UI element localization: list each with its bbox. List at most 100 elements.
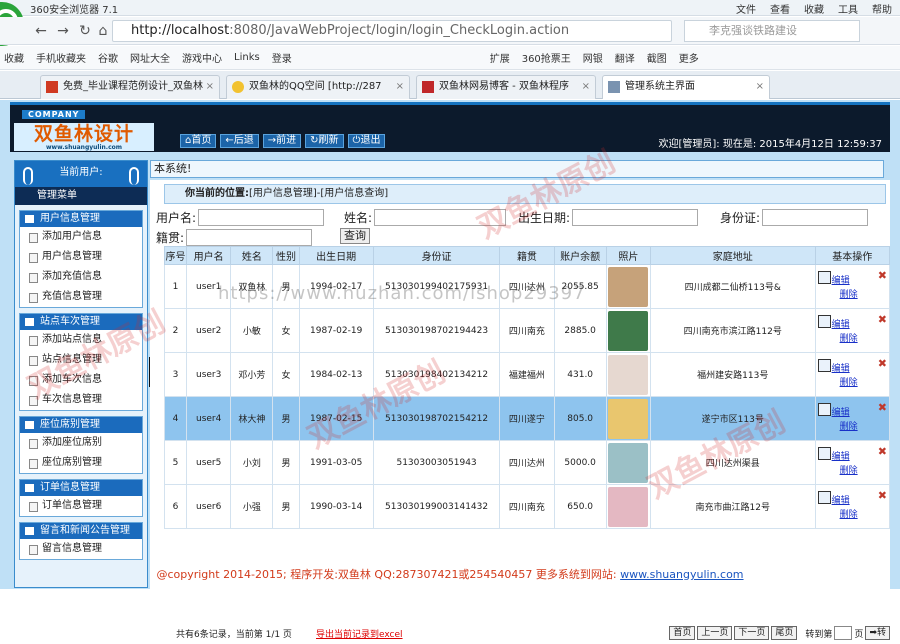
forward-arrow-icon[interactable]: → — [54, 22, 72, 40]
delete-link[interactable]: 删除 — [840, 463, 858, 476]
menu-group-title[interactable]: 站点车次管理 — [20, 314, 142, 330]
forward-button[interactable]: →前进 — [262, 134, 302, 148]
menu-item[interactable]: 留言信息管理 — [20, 539, 142, 559]
edit-link[interactable]: 编辑 — [832, 493, 850, 506]
user-photo[interactable] — [608, 442, 649, 483]
menu-file[interactable]: 文件 — [736, 1, 756, 16]
go-button[interactable]: ➡转 — [865, 626, 890, 640]
close-icon[interactable]: × — [396, 76, 404, 98]
close-icon[interactable]: × — [582, 76, 590, 98]
id-input[interactable] — [762, 209, 869, 226]
delete-icon[interactable]: ✖ — [878, 357, 887, 370]
fav-item[interactable]: 扩展 — [490, 50, 510, 65]
menu-group-title[interactable]: 留言和新闻公告管理 — [20, 523, 142, 539]
menu-item[interactable]: 车次信息管理 — [20, 390, 142, 410]
edit-link[interactable]: 编辑 — [832, 361, 850, 374]
delete-icon[interactable]: ✖ — [878, 401, 887, 414]
export-excel-link[interactable]: 导出当前记录到excel — [316, 627, 403, 640]
prev-page-button[interactable]: 上一页 — [697, 626, 733, 640]
menu-tools[interactable]: 工具 — [838, 1, 858, 16]
back-button[interactable]: ←后退 — [220, 134, 259, 148]
fav-item[interactable]: 手机收藏夹 — [36, 50, 86, 65]
delete-icon[interactable]: ✖ — [878, 269, 887, 282]
menu-item[interactable]: 添加车次信息 — [20, 370, 142, 390]
edit-link[interactable]: 编辑 — [832, 405, 850, 418]
delete-link[interactable]: 删除 — [840, 331, 858, 344]
menu-view[interactable]: 查看 — [770, 1, 790, 16]
edit-icon[interactable] — [817, 403, 831, 416]
fav-item[interactable]: 360抢票王 — [522, 50, 571, 65]
menu-group-title[interactable]: 订单信息管理 — [20, 480, 142, 496]
next-page-button[interactable]: 下一页 — [734, 626, 770, 640]
url-input[interactable]: http://localhost:8080/JavaWebProject/log… — [112, 20, 672, 42]
fav-item[interactable]: 登录 — [272, 50, 292, 65]
fav-item[interactable]: Links — [234, 52, 260, 63]
menu-item[interactable]: 座位席别管理 — [20, 453, 142, 473]
user-photo[interactable] — [608, 486, 649, 527]
user-photo[interactable] — [608, 266, 649, 307]
fav-item[interactable]: 翻译 — [615, 50, 635, 65]
edit-icon[interactable] — [817, 359, 831, 372]
delete-link[interactable]: 删除 — [840, 419, 858, 432]
menu-item[interactable]: 站点信息管理 — [20, 350, 142, 370]
last-page-button[interactable]: 尾页 — [771, 626, 798, 640]
user-photo[interactable] — [608, 398, 649, 439]
edit-icon[interactable] — [817, 491, 831, 504]
delete-link[interactable]: 删除 — [840, 287, 858, 300]
menu-help[interactable]: 帮助 — [872, 1, 892, 16]
delete-icon[interactable]: ✖ — [878, 489, 887, 502]
delete-link[interactable]: 删除 — [840, 375, 858, 388]
delete-icon[interactable]: ✖ — [878, 445, 887, 458]
page-number-input[interactable] — [834, 626, 853, 640]
logout-button[interactable]: ⏻退出 — [347, 134, 386, 148]
birth-input[interactable] — [572, 209, 699, 226]
user-photo[interactable] — [608, 354, 649, 395]
fav-item[interactable]: 更多 — [679, 50, 699, 65]
footer-link[interactable]: www.shuangyulin.com — [620, 568, 743, 581]
edit-icon[interactable] — [817, 447, 831, 460]
fav-item[interactable]: 网址大全 — [130, 50, 170, 65]
edit-icon[interactable] — [817, 271, 831, 284]
browser-search-input[interactable]: 李克强谈铁路建设 — [684, 20, 860, 42]
name-input[interactable] — [374, 209, 507, 226]
table-cell: 431.0 — [553, 352, 607, 397]
home-icon[interactable]: ⌂ — [94, 22, 112, 40]
delete-link[interactable]: 删除 — [840, 507, 858, 520]
menu-item[interactable]: 添加座位席别 — [20, 433, 142, 453]
edit-link[interactable]: 编辑 — [832, 449, 850, 462]
star-icon — [232, 81, 244, 93]
menu-item[interactable]: 用户信息管理 — [20, 247, 142, 267]
edit-link[interactable]: 编辑 — [832, 317, 850, 330]
fav-item[interactable]: 网银 — [583, 50, 603, 65]
menu-item[interactable]: 订单信息管理 — [20, 496, 142, 516]
close-icon[interactable]: × — [756, 76, 764, 98]
menu-group-title[interactable]: 用户信息管理 — [20, 211, 142, 227]
menu-item[interactable]: 充值信息管理 — [20, 287, 142, 307]
browser-tab[interactable]: 双鱼林网易博客 - 双鱼林程序 × — [416, 75, 596, 99]
query-button[interactable]: 查询 — [340, 228, 370, 244]
browser-tab[interactable]: 双鱼林的QQ空间 [http://287 × — [226, 75, 410, 99]
fav-item[interactable]: 收藏 — [4, 50, 24, 65]
browser-tab[interactable]: 免费_毕业课程范例设计_双鱼林 × — [40, 75, 220, 99]
browser-tab-active[interactable]: 管理系统主界面 × — [602, 75, 770, 99]
menu-group-title[interactable]: 座位席别管理 — [20, 417, 142, 433]
fav-item[interactable]: 谷歌 — [98, 50, 118, 65]
fav-item[interactable]: 游戏中心 — [182, 50, 222, 65]
user-photo[interactable] — [608, 310, 649, 351]
back-arrow-icon[interactable]: ← — [32, 22, 50, 40]
refresh-button[interactable]: ↻刷新 — [305, 134, 344, 148]
close-icon[interactable]: × — [206, 76, 214, 98]
first-page-button[interactable]: 首页 — [669, 626, 696, 640]
menu-item[interactable]: 添加站点信息 — [20, 330, 142, 350]
menu-item[interactable]: 添加用户信息 — [20, 227, 142, 247]
native-input[interactable] — [186, 229, 313, 246]
edit-link[interactable]: 编辑 — [832, 273, 850, 286]
username-input[interactable] — [198, 209, 325, 226]
menu-favorites[interactable]: 收藏 — [804, 1, 824, 16]
home-button[interactable]: ⌂首页 — [180, 134, 217, 148]
refresh-icon[interactable]: ↻ — [76, 22, 94, 40]
delete-icon[interactable]: ✖ — [878, 313, 887, 326]
edit-icon[interactable] — [817, 315, 831, 328]
menu-item[interactable]: 添加充值信息 — [20, 267, 142, 287]
fav-item[interactable]: 截图 — [647, 50, 667, 65]
